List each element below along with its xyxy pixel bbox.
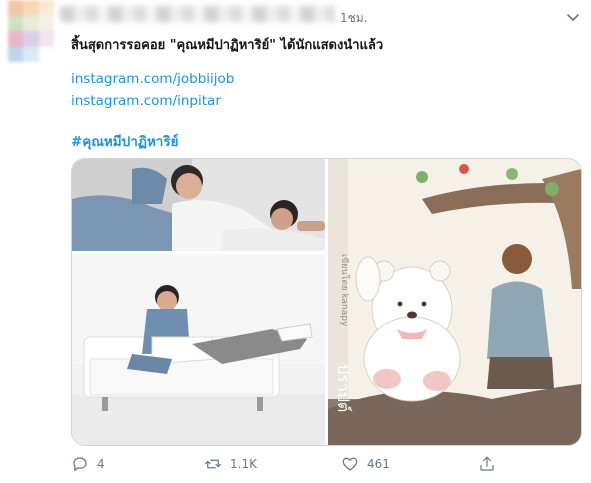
author-name-blurred[interactable] xyxy=(60,6,335,22)
photo-top-left[interactable] xyxy=(72,159,325,251)
reply-button[interactable]: 4 xyxy=(71,452,105,476)
share-icon xyxy=(480,456,494,471)
tweet-media[interactable]: เขียนโดย kanapy ปราปต์ xyxy=(71,158,582,446)
retweet-button[interactable]: 1.1K xyxy=(204,452,257,476)
reply-icon xyxy=(73,457,87,471)
avatar[interactable] xyxy=(8,0,54,62)
retweet-count: 1.1K xyxy=(230,457,257,471)
like-icon xyxy=(342,457,358,471)
caret-down-icon[interactable] xyxy=(565,9,581,25)
like-count: 461 xyxy=(367,457,390,471)
tweet-text: สิ้นสุดการรอคอย "คุณหมีปาฏิหาริย์" ได้นั… xyxy=(71,38,384,53)
like-button[interactable]: 461 xyxy=(341,452,390,476)
book-title: ปราปต์ xyxy=(334,364,353,412)
tweet-timestamp[interactable]: 1ชม. xyxy=(340,9,368,28)
hashtag-link[interactable]: #คุณหมีปาฏิหาริย์ xyxy=(71,130,179,152)
book-cover[interactable]: เขียนโดย kanapy ปราปต์ xyxy=(328,159,581,445)
book-author: เขียนโดย kanapy xyxy=(339,254,350,327)
reply-count: 4 xyxy=(97,457,105,471)
photo-bottom-left[interactable] xyxy=(72,254,325,445)
retweet-icon xyxy=(204,459,222,469)
instagram-link-2[interactable]: instagram.com/inpitar xyxy=(71,93,221,109)
tweet-actions: 4 1.1K 461 xyxy=(71,452,511,476)
tweet[interactable]: 1ชม. สิ้นสุดการรอคอย "คุณหมีปาฏิหาริย์" … xyxy=(0,0,591,483)
share-button[interactable] xyxy=(478,452,496,476)
instagram-link-1[interactable]: instagram.com/jobbiijob xyxy=(71,71,234,87)
